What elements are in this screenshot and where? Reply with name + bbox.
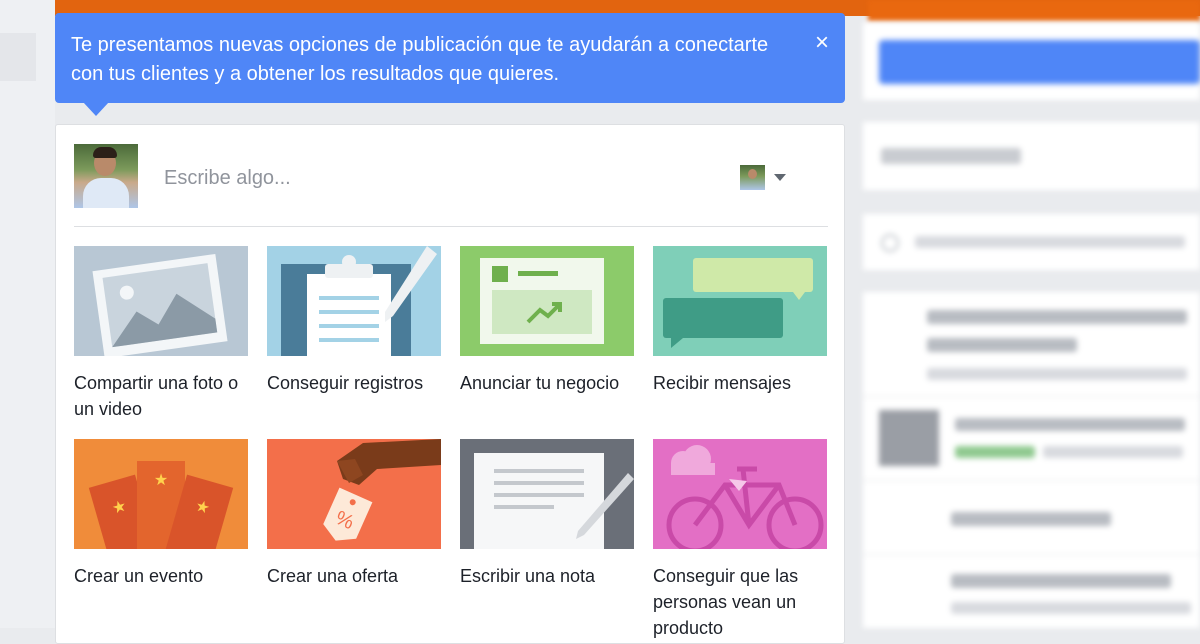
right-panel-card: [863, 22, 1200, 100]
right-panel-blurred: [863, 22, 1200, 628]
option-label: Recibir mensajes: [653, 373, 792, 393]
right-panel-search[interactable]: [863, 214, 1200, 270]
option-product-views[interactable]: Conseguir que las personas vean un produ…: [653, 439, 827, 641]
chevron-down-icon: [774, 174, 786, 181]
top-navigation-bar-right: [868, 0, 1200, 22]
right-panel-card: [863, 292, 1200, 628]
option-get-signups[interactable]: Conseguir registros: [267, 246, 441, 396]
avatar-small: [740, 165, 765, 190]
bicycle-icon: [653, 439, 827, 549]
option-label: Conseguir registros: [267, 373, 424, 393]
option-create-event[interactable]: ★ ★ ★ Crear un evento: [74, 439, 248, 589]
option-receive-messages[interactable]: Recibir mensajes: [653, 246, 827, 396]
option-label: Crear un evento: [74, 566, 204, 586]
svg-text:★: ★: [154, 472, 168, 489]
divider: [74, 226, 828, 227]
option-create-offer[interactable]: % Crear una oferta: [267, 439, 441, 589]
option-advertise-business[interactable]: Anunciar tu negocio: [460, 246, 634, 396]
announcement-banner: Te presentamos nuevas opciones de public…: [55, 13, 845, 116]
clipboard-icon: [267, 246, 441, 356]
option-write-note[interactable]: Escribir una nota: [460, 439, 634, 589]
photo-icon: [74, 246, 248, 356]
close-icon[interactable]: ×: [815, 31, 829, 55]
option-label: Conseguir que las personas vean un produ…: [653, 566, 799, 638]
price-tag-icon: %: [267, 439, 441, 549]
ad-chart-icon: [460, 246, 634, 356]
right-panel-card: [863, 122, 1200, 190]
option-label: Compartir una foto o un video: [74, 373, 239, 419]
option-label: Escribir una nota: [460, 566, 596, 586]
chat-bubbles-icon: [653, 246, 827, 356]
announcement-text: Te presentamos nuevas opciones de public…: [71, 34, 769, 85]
post-composer: Compartir una foto o un video Conseguir …: [55, 124, 845, 644]
option-share-photo[interactable]: Compartir una foto o un video: [74, 246, 248, 422]
option-label: Anunciar tu negocio: [460, 373, 620, 393]
option-label: Crear una oferta: [267, 566, 399, 586]
tickets-icon: ★ ★ ★: [74, 439, 248, 549]
post-as-selector[interactable]: [740, 165, 796, 191]
left-sidebar-item[interactable]: [0, 33, 36, 81]
left-sidebar: [0, 0, 55, 628]
avatar[interactable]: [74, 144, 138, 208]
right-panel-primary-button[interactable]: [879, 40, 1200, 84]
note-pen-icon: [460, 439, 634, 549]
write-something-input[interactable]: [162, 163, 686, 193]
